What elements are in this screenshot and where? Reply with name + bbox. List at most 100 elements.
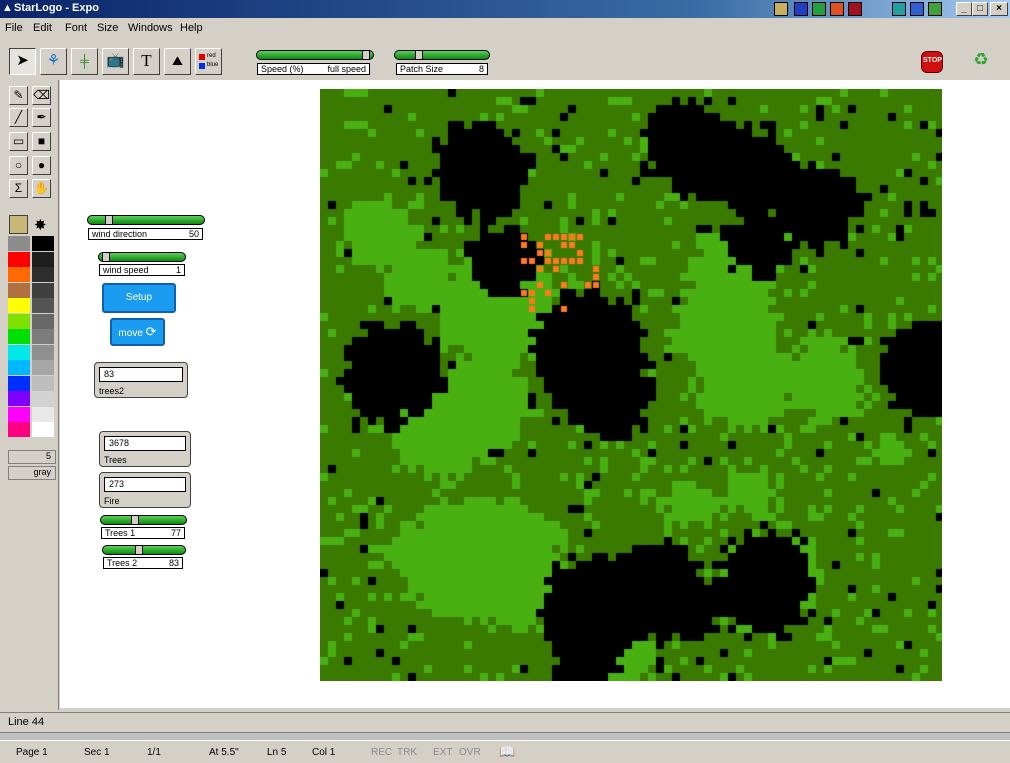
title-bar: ▲ StarLogo - Expo _ □ × [0, 0, 1010, 18]
color-swatch[interactable] [32, 375, 54, 391]
slider-tool[interactable]: ╪ [71, 48, 98, 75]
color-swatch[interactable] [32, 391, 54, 406]
patch-color-selector[interactable] [9, 215, 28, 234]
menu-size[interactable]: Size [97, 22, 118, 34]
app-icon: ▲ [2, 2, 13, 14]
outlook-icon[interactable] [910, 2, 924, 16]
blue-swatch-icon [199, 63, 205, 69]
status-pages: 1/1 [147, 747, 161, 758]
publisher-icon[interactable] [892, 2, 906, 16]
pencil-tool[interactable]: ✎ [9, 86, 28, 105]
color-swatch[interactable] [32, 360, 54, 375]
color-swatch[interactable] [8, 329, 30, 344]
graph-tool[interactable]: ⛰ [164, 48, 191, 75]
patch-size-slider-track[interactable] [394, 50, 490, 60]
status-sec: Sec 1 [84, 747, 110, 758]
color-swatch[interactable] [8, 344, 30, 360]
color-swatch[interactable] [32, 267, 54, 282]
color-swatch[interactable] [8, 267, 30, 282]
shortcut-icon[interactable] [928, 2, 942, 16]
menu-help[interactable]: Help [180, 22, 203, 34]
rectangle-tool[interactable]: ▭ [9, 132, 28, 151]
status-rec[interactable]: REC [371, 747, 392, 758]
color-swatch[interactable] [8, 422, 30, 437]
menu-file[interactable]: File [5, 22, 23, 34]
filled-oval-tool[interactable]: ● [32, 156, 51, 175]
oval-tool[interactable]: ○ [9, 156, 28, 175]
color-swatch[interactable] [32, 344, 54, 360]
eyedropper-tool[interactable]: ✒ [32, 108, 51, 127]
turtle-color-selector[interactable]: ✸ [34, 216, 47, 234]
color-tool[interactable]: red blue [195, 48, 222, 75]
menu-bar: File Edit Font Size Windows Help [0, 18, 1010, 40]
color-swatch[interactable] [32, 236, 54, 251]
trees2-monitor-value: 83 [99, 367, 183, 382]
hand-tool[interactable]: ✋ [32, 179, 51, 198]
powerpoint-icon[interactable] [830, 2, 844, 16]
color-swatch[interactable] [32, 422, 54, 437]
color-swatch[interactable] [8, 375, 30, 391]
color-swatch[interactable] [8, 313, 30, 329]
command-center-bar: Line 44 [0, 712, 1010, 733]
status-ext[interactable]: EXT [433, 747, 452, 758]
turtle-icon: ⚘ [46, 52, 61, 69]
office-app-icon[interactable] [774, 2, 788, 16]
stop-button[interactable]: STOP [921, 51, 943, 73]
wind-speed-slider-track[interactable] [98, 252, 186, 262]
wind-speed-slider-thumb[interactable] [102, 252, 110, 262]
graphics-window[interactable] [320, 89, 942, 681]
maximize-button[interactable]: □ [972, 2, 988, 16]
speed-slider-thumb[interactable] [362, 50, 370, 60]
recycle-bin-icon[interactable]: ♻ [970, 50, 992, 74]
color-swatch[interactable] [32, 282, 54, 298]
trees2-slider-thumb[interactable] [135, 545, 143, 555]
wind-direction-slider-thumb[interactable] [105, 215, 113, 225]
color-swatch[interactable] [32, 329, 54, 344]
word-icon[interactable] [794, 2, 808, 16]
status-trk[interactable]: TRK [397, 747, 417, 758]
close-button[interactable]: × [990, 2, 1008, 16]
trees1-slider-thumb[interactable] [131, 515, 139, 525]
trees2-monitor: 83 trees2 [94, 362, 188, 398]
patch-size-slider-thumb[interactable] [415, 50, 423, 60]
menu-font[interactable]: Font [65, 22, 87, 34]
spelling-status-icon: 📖 [499, 744, 516, 759]
wind-direction-slider-track[interactable] [87, 215, 205, 225]
color-swatches [8, 236, 56, 446]
turtle-tool[interactable]: ⚘ [40, 48, 67, 75]
color-swatch[interactable] [8, 282, 30, 298]
color-swatch[interactable] [8, 236, 30, 251]
color-swatch[interactable] [8, 360, 30, 375]
sum-tool[interactable]: Σ [9, 179, 28, 198]
eyedropper-icon: ✒ [36, 110, 47, 124]
color-swatch[interactable] [8, 406, 30, 422]
setup-button[interactable]: Setup [102, 283, 176, 313]
excel-icon[interactable] [812, 2, 826, 16]
eraser-tool[interactable]: ⌫ [32, 86, 51, 105]
color-swatch[interactable] [32, 313, 54, 329]
menu-windows[interactable]: Windows [128, 22, 173, 34]
color-swatch[interactable] [32, 251, 54, 267]
color-swatch[interactable] [32, 406, 54, 422]
monitor-tool[interactable]: 📺 [102, 48, 129, 75]
filled-rectangle-tool[interactable]: ■ [32, 132, 51, 151]
status-ovr[interactable]: OVR [459, 747, 481, 758]
trees1-slider-track[interactable] [100, 515, 187, 525]
color-swatch[interactable] [8, 298, 30, 313]
pointer-tool[interactable]: ➤ [9, 48, 36, 75]
access-icon[interactable] [848, 2, 862, 16]
wind-direction-label: wind direction 50 [88, 228, 203, 240]
fire-monitor: 273 Fire [99, 472, 191, 508]
color-swatch[interactable] [8, 251, 30, 267]
text-tool[interactable]: T [133, 48, 160, 75]
color-swatch[interactable] [8, 391, 30, 406]
line-tool[interactable]: ╱ [9, 108, 28, 127]
trees2-slider-track[interactable] [102, 545, 186, 555]
speed-slider-track[interactable] [256, 50, 374, 60]
drawing-palette: ✎ ⌫ ╱ ✒ ▭ ■ ○ ● Σ ✋ ✸ 5 gray [0, 80, 59, 710]
move-button[interactable]: move ⟳ [110, 318, 165, 346]
filled-oval-icon: ● [37, 158, 46, 172]
color-swatch[interactable] [32, 298, 54, 313]
menu-edit[interactable]: Edit [33, 22, 52, 34]
minimize-button[interactable]: _ [956, 2, 972, 16]
